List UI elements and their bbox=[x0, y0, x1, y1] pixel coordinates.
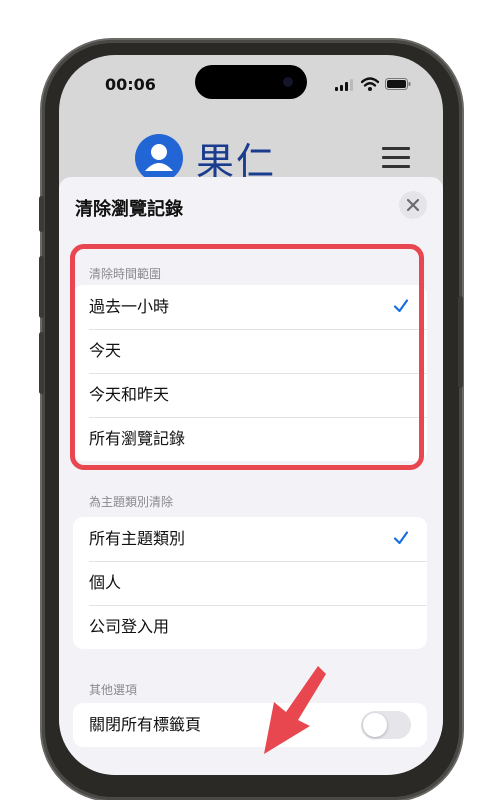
option-label: 所有主題類別 bbox=[89, 529, 186, 548]
camera-icon bbox=[283, 77, 293, 87]
red-arrow-icon bbox=[264, 666, 326, 754]
highlight-box bbox=[70, 244, 424, 470]
option-personal[interactable]: 個人 bbox=[73, 561, 427, 605]
wifi-icon bbox=[361, 77, 379, 91]
side-button bbox=[39, 196, 44, 232]
sheet-title: 清除瀏覽記錄 bbox=[75, 199, 183, 220]
close-all-tabs-row: 關閉所有標籤頁 bbox=[73, 703, 427, 747]
close-icon bbox=[407, 199, 419, 211]
power-button bbox=[458, 296, 463, 388]
other-options-header: 其他選項 bbox=[89, 683, 138, 697]
status-bar: 00:06 bbox=[59, 55, 443, 115]
volume-down-button bbox=[39, 332, 44, 394]
user-avatar-icon bbox=[135, 134, 183, 182]
volume-up-button bbox=[39, 256, 44, 318]
close-button[interactable] bbox=[399, 191, 427, 219]
toggle-knob bbox=[363, 713, 387, 737]
profiles-list: 所有主題類別 個人 公司登入用 bbox=[73, 517, 427, 649]
status-time: 00:06 bbox=[105, 75, 156, 94]
close-all-tabs-toggle[interactable] bbox=[361, 711, 411, 739]
profiles-header: 為主題類別清除 bbox=[89, 495, 174, 509]
option-label: 公司登入用 bbox=[89, 617, 170, 636]
battery-icon bbox=[385, 78, 411, 90]
option-all-profiles[interactable]: 所有主題類別 bbox=[73, 517, 427, 561]
menu-icon[interactable] bbox=[382, 147, 410, 174]
checkmark-icon bbox=[393, 531, 409, 545]
other-options-list: 關閉所有標籤頁 bbox=[73, 703, 427, 747]
option-label: 關閉所有標籤頁 bbox=[89, 715, 202, 734]
dynamic-island bbox=[195, 65, 307, 99]
option-work-login[interactable]: 公司登入用 bbox=[73, 605, 427, 649]
option-label: 個人 bbox=[89, 573, 122, 592]
cellular-signal-icon bbox=[335, 79, 353, 91]
